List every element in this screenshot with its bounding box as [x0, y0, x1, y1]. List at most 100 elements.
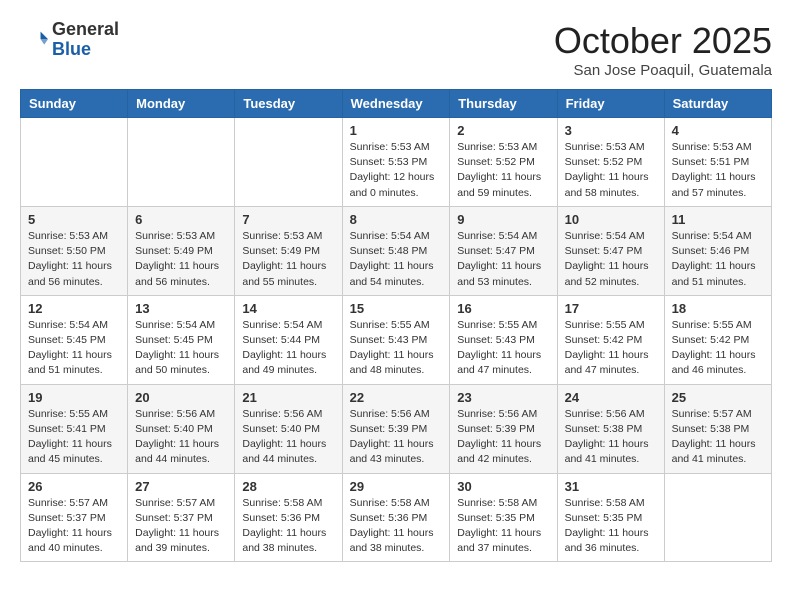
weekday-header-thursday: Thursday	[450, 90, 557, 118]
day-number: 13	[135, 301, 227, 316]
calendar-cell: 7 Sunrise: 5:53 AMSunset: 5:49 PMDaylight…	[235, 206, 342, 295]
day-number: 14	[242, 301, 334, 316]
day-number: 12	[28, 301, 120, 316]
day-number: 2	[457, 123, 549, 138]
day-info: Sunrise: 5:55 AMSunset: 5:41 PMDaylight:…	[28, 407, 120, 468]
day-number: 19	[28, 390, 120, 405]
day-info: Sunrise: 5:53 AMSunset: 5:49 PMDaylight:…	[242, 229, 334, 290]
calendar-cell: 19 Sunrise: 5:55 AMSunset: 5:41 PMDayligh…	[21, 384, 128, 473]
calendar-cell: 10 Sunrise: 5:54 AMSunset: 5:47 PMDayligh…	[557, 206, 664, 295]
calendar-cell: 22Sunrise: 5:56 AMSunset: 5:39 PMDayligh…	[342, 384, 450, 473]
calendar-cell: 12 Sunrise: 5:54 AMSunset: 5:45 PMDayligh…	[21, 295, 128, 384]
logo-blue-text: Blue	[52, 40, 119, 60]
day-info: Sunrise: 5:54 AMSunset: 5:48 PMDaylight:…	[350, 229, 443, 290]
day-info: Sunrise: 5:53 AMSunset: 5:51 PMDaylight:…	[672, 140, 764, 201]
day-number: 29	[350, 479, 443, 494]
calendar-cell: 2 Sunrise: 5:53 AMSunset: 5:52 PMDaylight…	[450, 118, 557, 207]
day-info: Sunrise: 5:56 AMSunset: 5:40 PMDaylight:…	[242, 407, 334, 468]
day-number: 16	[457, 301, 549, 316]
day-number: 31	[565, 479, 657, 494]
calendar-cell: 3 Sunrise: 5:53 AMSunset: 5:52 PMDaylight…	[557, 118, 664, 207]
weekday-header-friday: Friday	[557, 90, 664, 118]
day-number: 26	[28, 479, 120, 494]
day-number: 4	[672, 123, 764, 138]
day-number: 17	[565, 301, 657, 316]
day-info: Sunrise: 5:56 AMSunset: 5:39 PMDaylight:…	[350, 407, 443, 468]
day-info: Sunrise: 5:53 AMSunset: 5:53 PMDaylight:…	[350, 140, 443, 201]
day-number: 6	[135, 212, 227, 227]
calendar-cell	[21, 118, 128, 207]
logo-general-text: General	[52, 20, 119, 40]
day-info: Sunrise: 5:56 AMSunset: 5:38 PMDaylight:…	[565, 407, 657, 468]
day-number: 11	[672, 212, 764, 227]
logo-icon	[20, 26, 48, 54]
weekday-header-monday: Monday	[128, 90, 235, 118]
calendar-week-row-4: 19 Sunrise: 5:55 AMSunset: 5:41 PMDayligh…	[21, 384, 772, 473]
calendar-cell: 14 Sunrise: 5:54 AMSunset: 5:44 PMDayligh…	[235, 295, 342, 384]
day-info: Sunrise: 5:55 AMSunset: 5:43 PMDaylight:…	[350, 318, 443, 379]
day-number: 18	[672, 301, 764, 316]
calendar-cell: 26 Sunrise: 5:57 AMSunset: 5:37 PMDayligh…	[21, 473, 128, 562]
calendar-cell: 16 Sunrise: 5:55 AMSunset: 5:43 PMDayligh…	[450, 295, 557, 384]
calendar-cell: 25 Sunrise: 5:57 AMSunset: 5:38 PMDayligh…	[664, 384, 771, 473]
day-number: 27	[135, 479, 227, 494]
calendar-cell: 31Sunrise: 5:58 AMSunset: 5:35 PMDayligh…	[557, 473, 664, 562]
day-info: Sunrise: 5:54 AMSunset: 5:47 PMDaylight:…	[457, 229, 549, 290]
day-info: Sunrise: 5:55 AMSunset: 5:43 PMDaylight:…	[457, 318, 549, 379]
day-info: Sunrise: 5:54 AMSunset: 5:46 PMDaylight:…	[672, 229, 764, 290]
day-info: Sunrise: 5:54 AMSunset: 5:44 PMDaylight:…	[242, 318, 334, 379]
calendar-cell: 11 Sunrise: 5:54 AMSunset: 5:46 PMDayligh…	[664, 206, 771, 295]
day-number: 1	[350, 123, 443, 138]
weekday-header-tuesday: Tuesday	[235, 90, 342, 118]
day-number: 7	[242, 212, 334, 227]
day-info: Sunrise: 5:53 AMSunset: 5:49 PMDaylight:…	[135, 229, 227, 290]
day-number: 3	[565, 123, 657, 138]
day-info: Sunrise: 5:53 AMSunset: 5:50 PMDaylight:…	[28, 229, 120, 290]
calendar-cell: 1 Sunrise: 5:53 AMSunset: 5:53 PMDaylight…	[342, 118, 450, 207]
day-number: 30	[457, 479, 549, 494]
day-info: Sunrise: 5:58 AMSunset: 5:36 PMDaylight:…	[242, 496, 334, 557]
day-number: 5	[28, 212, 120, 227]
day-number: 24	[565, 390, 657, 405]
day-info: Sunrise: 5:58 AMSunset: 5:36 PMDaylight:…	[350, 496, 443, 557]
day-info: Sunrise: 5:55 AMSunset: 5:42 PMDaylight:…	[565, 318, 657, 379]
calendar-cell: 17 Sunrise: 5:55 AMSunset: 5:42 PMDayligh…	[557, 295, 664, 384]
calendar-cell: 29 Sunrise: 5:58 AMSunset: 5:36 PMDayligh…	[342, 473, 450, 562]
day-info: Sunrise: 5:54 AMSunset: 5:45 PMDaylight:…	[28, 318, 120, 379]
day-number: 23	[457, 390, 549, 405]
calendar-cell: 9 Sunrise: 5:54 AMSunset: 5:47 PMDaylight…	[450, 206, 557, 295]
calendar-cell: 8 Sunrise: 5:54 AMSunset: 5:48 PMDaylight…	[342, 206, 450, 295]
day-number: 25	[672, 390, 764, 405]
calendar-cell: 20Sunrise: 5:56 AMSunset: 5:40 PMDayligh…	[128, 384, 235, 473]
calendar-cell: 4 Sunrise: 5:53 AMSunset: 5:51 PMDaylight…	[664, 118, 771, 207]
calendar-cell: 5 Sunrise: 5:53 AMSunset: 5:50 PMDaylight…	[21, 206, 128, 295]
day-info: Sunrise: 5:53 AMSunset: 5:52 PMDaylight:…	[457, 140, 549, 201]
day-number: 10	[565, 212, 657, 227]
calendar-cell: 21 Sunrise: 5:56 AMSunset: 5:40 PMDayligh…	[235, 384, 342, 473]
month-title: October 2025	[554, 20, 772, 62]
calendar-cell: 27 Sunrise: 5:57 AMSunset: 5:37 PMDayligh…	[128, 473, 235, 562]
calendar-week-row-1: 1 Sunrise: 5:53 AMSunset: 5:53 PMDaylight…	[21, 118, 772, 207]
day-number: 8	[350, 212, 443, 227]
day-info: Sunrise: 5:57 AMSunset: 5:38 PMDaylight:…	[672, 407, 764, 468]
logo: General Blue	[20, 20, 119, 60]
day-info: Sunrise: 5:57 AMSunset: 5:37 PMDaylight:…	[135, 496, 227, 557]
title-block: October 2025 San Jose Poaquil, Guatemala	[554, 20, 772, 79]
day-number: 28	[242, 479, 334, 494]
day-number: 15	[350, 301, 443, 316]
calendar-cell: 24 Sunrise: 5:56 AMSunset: 5:38 PMDayligh…	[557, 384, 664, 473]
day-info: Sunrise: 5:54 AMSunset: 5:47 PMDaylight:…	[565, 229, 657, 290]
day-number: 9	[457, 212, 549, 227]
weekday-header-wednesday: Wednesday	[342, 90, 450, 118]
day-info: Sunrise: 5:55 AMSunset: 5:42 PMDaylight:…	[672, 318, 764, 379]
weekday-header-saturday: Saturday	[664, 90, 771, 118]
day-info: Sunrise: 5:57 AMSunset: 5:37 PMDaylight:…	[28, 496, 120, 557]
calendar-cell: 15 Sunrise: 5:55 AMSunset: 5:43 PMDayligh…	[342, 295, 450, 384]
page-header: General Blue October 2025 San Jose Poaqu…	[20, 20, 772, 79]
calendar-table: SundayMondayTuesdayWednesdayThursdayFrid…	[20, 89, 772, 562]
day-info: Sunrise: 5:53 AMSunset: 5:52 PMDaylight:…	[565, 140, 657, 201]
calendar-cell: 13Sunrise: 5:54 AMSunset: 5:45 PMDayligh…	[128, 295, 235, 384]
day-number: 21	[242, 390, 334, 405]
calendar-week-row-5: 26 Sunrise: 5:57 AMSunset: 5:37 PMDayligh…	[21, 473, 772, 562]
calendar-cell: 28 Sunrise: 5:58 AMSunset: 5:36 PMDayligh…	[235, 473, 342, 562]
